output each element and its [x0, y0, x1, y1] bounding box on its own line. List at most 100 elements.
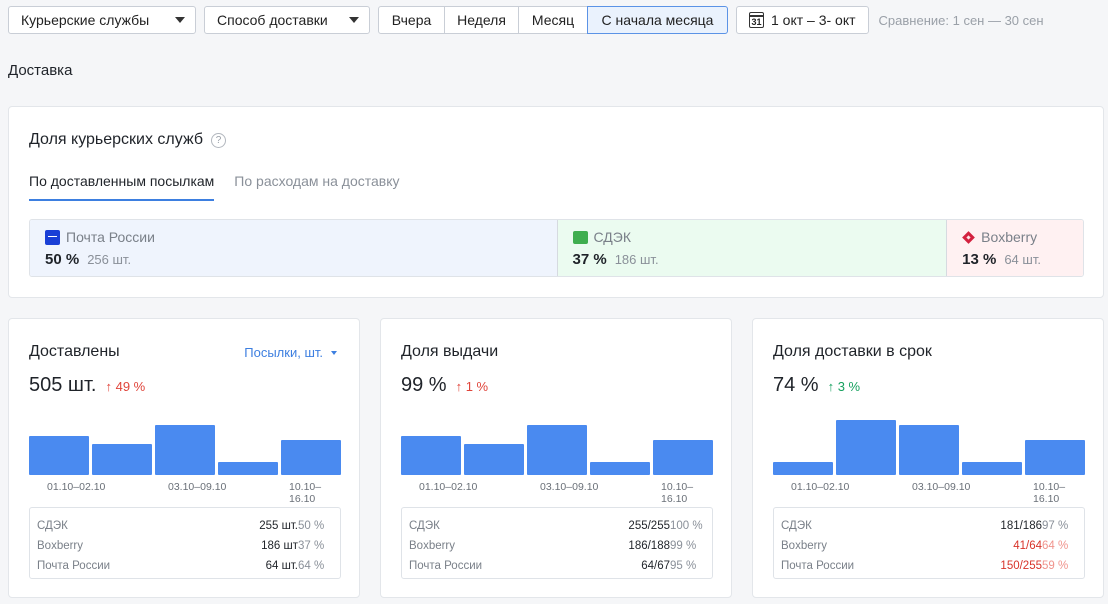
chart-bar[interactable] — [464, 443, 524, 475]
courier-share-bar: Почта России 50 % 256 шт. СДЭК 37 % 186 … — [29, 219, 1084, 277]
metric-delta: ↑ 3 % — [827, 379, 861, 394]
row-percent: 95 % — [670, 560, 697, 572]
period-week-button[interactable]: Неделя — [444, 6, 519, 34]
share-segment-header: Почта России — [45, 229, 557, 245]
row-percent: 100 % — [670, 520, 703, 532]
share-segment-percent: 50 % — [45, 251, 80, 268]
metric-value-row: 74 % ↑ 3 % — [773, 374, 860, 397]
bar-chart — [29, 419, 341, 475]
chart-bar[interactable] — [773, 461, 833, 475]
chevron-down-icon — [331, 350, 337, 355]
share-segment-pochta[interactable]: Почта России 50 % 256 шт. — [30, 220, 557, 276]
x-axis-labels: 01.10–02.10 03.10–09.10 10.10–16.10 — [29, 481, 341, 505]
period-yesterday-button[interactable]: Вчера — [378, 6, 445, 34]
row-courier-name: СДЭК — [781, 520, 812, 532]
calendar-icon: 31 — [749, 12, 764, 28]
chart-bar[interactable] — [527, 424, 587, 475]
row-value: 181/186 — [1000, 520, 1042, 532]
row-courier-name: Почта России — [781, 560, 855, 572]
share-segment-boxberry[interactable]: Boxberry 13 % 64 шт. — [946, 220, 1083, 276]
table-row: СДЭК 255/255 100 % — [402, 516, 712, 536]
delivery-method-dropdown[interactable]: Способ доставки — [204, 6, 370, 34]
share-segment-values: 50 % 256 шт. — [45, 251, 557, 268]
chart-bar[interactable] — [899, 424, 959, 475]
date-range-label: 1 окт – 3- окт — [771, 12, 856, 28]
row-percent: 99 % — [670, 540, 697, 552]
row-value: 255/255 — [628, 520, 670, 532]
metric-card-pickup-share: Доля выдачи 99 % ↑ 1 % 01.10–02.10 03.10–… — [380, 318, 732, 598]
period-switcher: Вчера Неделя Месяц С начала месяца — [378, 6, 728, 34]
share-segment-percent: 13 % — [962, 251, 997, 268]
bar-chart — [773, 419, 1085, 475]
tab-by-delivery-costs[interactable]: По расходам на доставку — [234, 173, 399, 201]
chart-bar[interactable] — [836, 420, 896, 475]
courier-share-title-text: Доля курьерских служб — [29, 131, 203, 148]
metric-value-row: 505 шт. ↑ 49 % — [29, 374, 145, 397]
help-icon[interactable]: ? — [210, 132, 226, 148]
period-month-button[interactable]: Месяц — [518, 6, 588, 34]
share-segment-values: 37 % 186 шт. — [573, 251, 947, 268]
x-axis-tick-label: 10.10–16.10 — [289, 481, 322, 505]
row-value: 186/188 — [628, 540, 670, 552]
chart-bar[interactable] — [281, 440, 341, 475]
x-axis-tick-label: 10.10–16.10 — [661, 481, 694, 505]
comparison-period: Сравнение: 1 сен — 30 сен — [878, 12, 1044, 28]
couriers-dropdown-label: Курьерские службы — [21, 12, 150, 28]
x-axis-labels: 01.10–02.10 03.10–09.10 10.10–16.10 — [773, 481, 1085, 505]
row-value: 41/64 — [1013, 540, 1042, 552]
share-segment-header: СДЭК — [572, 229, 947, 245]
section-title: Доставка — [8, 62, 73, 79]
table-row: Почта России 64/67 95 % — [402, 556, 712, 576]
share-segment-count: 64 шт. — [1004, 252, 1041, 267]
row-courier-name: СДЭК — [409, 520, 440, 532]
x-axis-tick-label: 01.10–02.10 — [419, 481, 478, 493]
x-axis-tick-label: 03.10–09.10 — [912, 481, 971, 493]
share-segment-cdek[interactable]: СДЭК 37 % 186 шт. — [556, 220, 947, 276]
chart-bar[interactable] — [1025, 440, 1085, 475]
row-value: 186 шт — [261, 540, 298, 552]
table-row: СДЭК 181/186 97 % — [774, 516, 1084, 536]
metric-delta: ↑ 1 % — [455, 379, 489, 394]
date-range-picker[interactable]: 31 1 окт – 3- окт — [736, 6, 869, 34]
breakdown-table: СДЭК 181/186 97 % Boxberry 41/64 64 % Почта Ро… — [773, 507, 1085, 579]
chart-bar[interactable] — [401, 435, 461, 475]
share-segment-name: СДЭК — [593, 229, 632, 245]
row-courier-name: Boxberry — [37, 540, 84, 552]
chart-bar[interactable] — [962, 461, 1022, 475]
couriers-dropdown[interactable]: Курьерские службы — [8, 6, 196, 34]
chart-bar[interactable] — [218, 461, 278, 475]
row-courier-name: Boxberry — [781, 540, 828, 552]
table-row: Boxberry 186/188 99 % — [402, 536, 712, 556]
chart-bar[interactable] — [92, 443, 152, 475]
table-row: Почта России 64 шт. 64 % — [30, 556, 340, 576]
table-row: Boxberry 41/64 64 % — [774, 536, 1084, 556]
bar-chart — [401, 419, 713, 475]
metric-value-row: 99 % ↑ 1 % — [401, 374, 488, 397]
chart-bar[interactable] — [29, 435, 89, 475]
chart-bar[interactable] — [155, 424, 215, 475]
row-percent: 50 % — [298, 520, 325, 532]
breakdown-table: СДЭК 255/255 100 % Boxberry 186/188 99 % Почта… — [401, 507, 713, 579]
period-month-to-date-button[interactable]: С начала месяца — [587, 6, 728, 34]
metric-title: Доля выдачи — [401, 343, 499, 360]
chart-bar[interactable] — [590, 461, 650, 475]
metric-title: Доля доставки в срок — [773, 343, 932, 360]
row-courier-name: Почта России — [37, 560, 111, 572]
table-row: Boxberry 186 шт 37 % — [30, 536, 340, 556]
tab-by-delivered-parcels[interactable]: По доставленным посылкам — [29, 173, 215, 201]
breakdown-table: СДЭК 255 шт. 50 % Boxberry 186 шт 37 % Почта Р… — [29, 507, 341, 579]
table-row: СДЭК 255 шт. 50 % — [30, 516, 340, 536]
unit-selector-dropdown[interactable]: Посылки, шт. — [244, 345, 337, 360]
share-segment-values: 13 % 64 шт. — [962, 251, 1083, 268]
row-percent: 97 % — [1042, 520, 1069, 532]
share-segment-name: Boxberry — [981, 229, 1038, 245]
metric-delta: ↑ 49 % — [105, 379, 146, 394]
filter-toolbar: Курьерские службы Способ доставки Вчера … — [8, 6, 1108, 34]
chart-bar[interactable] — [653, 440, 713, 475]
share-segment-count: 256 шт. — [87, 252, 132, 267]
courier-share-card: Доля курьерских служб ? По доставленным … — [8, 106, 1104, 298]
chevron-down-icon — [175, 17, 185, 23]
share-segment-header: Boxberry — [962, 229, 1083, 245]
x-axis-labels: 01.10–02.10 03.10–09.10 10.10–16.10 — [401, 481, 713, 505]
x-axis-tick-label: 01.10–02.10 — [791, 481, 850, 493]
